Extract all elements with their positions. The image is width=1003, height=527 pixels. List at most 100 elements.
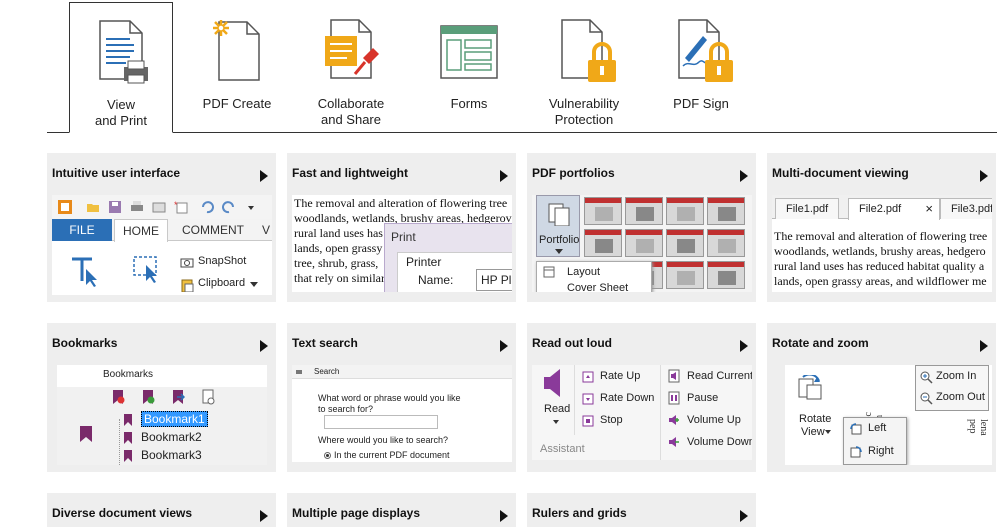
rate-up-button[interactable]: Rate Up xyxy=(600,370,640,382)
play-arrow-icon[interactable] xyxy=(260,170,268,182)
customize-dropdown-icon xyxy=(248,206,254,210)
rotate-view-button[interactable]: Rotate View xyxy=(785,365,837,445)
close-icon[interactable]: × xyxy=(925,199,933,219)
card-title: Rulers and grids xyxy=(532,506,627,520)
printer-name-select[interactable]: HP Pl xyxy=(476,269,512,291)
pause-icon xyxy=(668,391,680,405)
card-pdf-portfolios[interactable]: PDF portfolios Portfolio Layout Cover Sh… xyxy=(527,153,756,302)
volume-up-button[interactable]: Volume Up xyxy=(687,414,741,426)
delete-bookmark-icon[interactable] xyxy=(111,389,125,405)
rate-up-icon xyxy=(582,371,594,383)
stop-button[interactable]: Stop xyxy=(600,414,623,426)
portfolio-label: Portfolio xyxy=(539,234,580,246)
rotate-left-item[interactable]: Left xyxy=(868,422,886,434)
tab-collaborate-and-share[interactable]: Collaborate and Share xyxy=(299,2,403,133)
play-arrow-icon[interactable] xyxy=(260,510,268,522)
play-arrow-icon[interactable] xyxy=(740,340,748,352)
rotate-view-icon xyxy=(798,375,822,400)
radio-current-document[interactable] xyxy=(324,452,331,459)
new-document-icon[interactable] xyxy=(201,389,215,405)
rate-down-button[interactable]: Rate Down xyxy=(600,392,654,404)
card-intuitive-user-interface[interactable]: Intuitive user interface * FILE HOME COM… xyxy=(47,153,276,302)
portfolio-thumbnail[interactable] xyxy=(707,229,745,257)
speaker-icon[interactable] xyxy=(542,367,568,399)
portfolio-thumbnail[interactable] xyxy=(666,261,704,289)
tab-file[interactable]: FILE xyxy=(52,219,112,241)
tab-home[interactable]: HOME xyxy=(114,219,168,242)
card-diverse-document-views[interactable]: Diverse document views xyxy=(47,493,276,527)
play-arrow-icon[interactable] xyxy=(500,510,508,522)
portfolio-thumbnail[interactable] xyxy=(584,229,622,257)
bookmarks-panel-title: Bookmarks xyxy=(103,369,154,380)
card-multi-document-viewing[interactable]: Multi-document viewing File1.pdf File2.p… xyxy=(767,153,996,302)
expand-bookmark-icon[interactable] xyxy=(171,389,185,405)
doc-tab-file1[interactable]: File1.pdf xyxy=(775,198,840,219)
card-fast-and-lightweight[interactable]: Fast and lightweight The removal and alt… xyxy=(287,153,516,302)
email-icon xyxy=(152,202,166,213)
portfolio-thumbnail[interactable] xyxy=(707,261,745,289)
doc-tab-file2[interactable]: File2.pdf × xyxy=(848,198,940,220)
tab-view[interactable]: V xyxy=(254,219,272,241)
portfolio-thumbnail[interactable] xyxy=(707,197,745,225)
read-current-button[interactable]: Read Current xyxy=(687,370,752,382)
snapshot-button[interactable]: SnapShot xyxy=(198,255,246,267)
card-text-search[interactable]: Text search Search What word or phrase w… xyxy=(287,323,516,472)
printer-label: Printer xyxy=(406,255,442,269)
play-arrow-icon[interactable] xyxy=(260,340,268,352)
bookmark-item[interactable]: Bookmark2 xyxy=(141,430,202,444)
tab-pdf-create[interactable]: PDF Create xyxy=(185,2,289,133)
bookmark-item[interactable]: Bookmark1 xyxy=(141,411,208,427)
card-title: Multiple page displays xyxy=(292,506,421,520)
portfolio-thumbnail[interactable] xyxy=(625,229,663,257)
play-arrow-icon[interactable] xyxy=(980,340,988,352)
card-rotate-and-zoom[interactable]: Rotate and zoom 0 ai e2ez ecpneeen ɐsnpʍ… xyxy=(767,323,996,472)
ui-preview: * FILE HOME COMMENT V SnapShot Clipboard xyxy=(52,195,272,295)
tab-vulnerability-protection[interactable]: Vulnerability Protection xyxy=(532,2,636,133)
menu-item-cover-sheet[interactable]: Cover Sheet xyxy=(567,282,628,292)
play-arrow-icon[interactable] xyxy=(740,510,748,522)
portfolio-thumbnail[interactable] xyxy=(666,229,704,257)
play-arrow-icon[interactable] xyxy=(500,170,508,182)
play-arrow-icon[interactable] xyxy=(980,170,988,182)
tab-forms[interactable]: Forms xyxy=(417,2,521,133)
play-arrow-icon[interactable] xyxy=(740,170,748,182)
read-preview: Read Assistant Rate Up Rate Down Stop Re… xyxy=(532,365,752,460)
tab-view-and-print[interactable]: View and Print xyxy=(69,2,173,133)
pdf-create-icon xyxy=(213,20,260,81)
read-button-label[interactable]: Read xyxy=(544,403,570,415)
select-area-tool-icon[interactable] xyxy=(132,253,162,285)
zoom-out-icon xyxy=(920,392,933,405)
tab-comment[interactable]: COMMENT xyxy=(174,219,252,241)
menu-item-layout[interactable]: Layout xyxy=(567,266,600,278)
clipboard-icon xyxy=(181,279,194,292)
text-select-tool-icon[interactable] xyxy=(70,255,100,287)
document-text: The removal and alteration of flowering … xyxy=(774,229,992,289)
pause-button[interactable]: Pause xyxy=(687,392,718,404)
card-rulers-and-grids[interactable]: Rulers and grids xyxy=(527,493,756,527)
volume-down-button[interactable]: Volume Down xyxy=(687,436,752,448)
bookmark-item[interactable]: Bookmark3 xyxy=(141,448,202,462)
card-multiple-page-displays[interactable]: Multiple page displays xyxy=(287,493,516,527)
portfolio-button[interactable]: Portfolio xyxy=(536,195,580,257)
tab-label: Vulnerability Protection xyxy=(548,96,620,127)
card-bookmarks[interactable]: Bookmarks Bookmarks Bookmark1 Bookmark2 … xyxy=(47,323,276,472)
rotated-text-right: lena pep xyxy=(967,419,989,436)
panel-collapse-icon[interactable] xyxy=(296,370,302,374)
card-read-out-loud[interactable]: Read out loud Read Assistant Rate Up Rat… xyxy=(527,323,756,472)
doc-tab-file3[interactable]: File3.pdf xyxy=(940,198,992,219)
zoom-out-button[interactable]: Zoom Out xyxy=(936,391,985,403)
tab-pdf-sign[interactable]: PDF Sign xyxy=(649,2,753,133)
rotate-right-item[interactable]: Right xyxy=(868,445,894,457)
portfolio-thumbnail[interactable] xyxy=(584,197,622,225)
view-label: View xyxy=(801,426,825,438)
portfolio-thumbnail[interactable] xyxy=(666,197,704,225)
search-input[interactable] xyxy=(324,415,438,429)
read-current-icon xyxy=(668,369,680,383)
play-arrow-icon[interactable] xyxy=(500,340,508,352)
portfolio-thumbnail[interactable] xyxy=(625,197,663,225)
clipboard-button[interactable]: Clipboard xyxy=(198,277,245,289)
zoom-in-button[interactable]: Zoom In xyxy=(936,370,976,382)
bookmark-item-icon xyxy=(124,432,132,444)
add-bookmark-icon[interactable] xyxy=(141,389,155,405)
bookmark-item-icon xyxy=(124,414,132,426)
